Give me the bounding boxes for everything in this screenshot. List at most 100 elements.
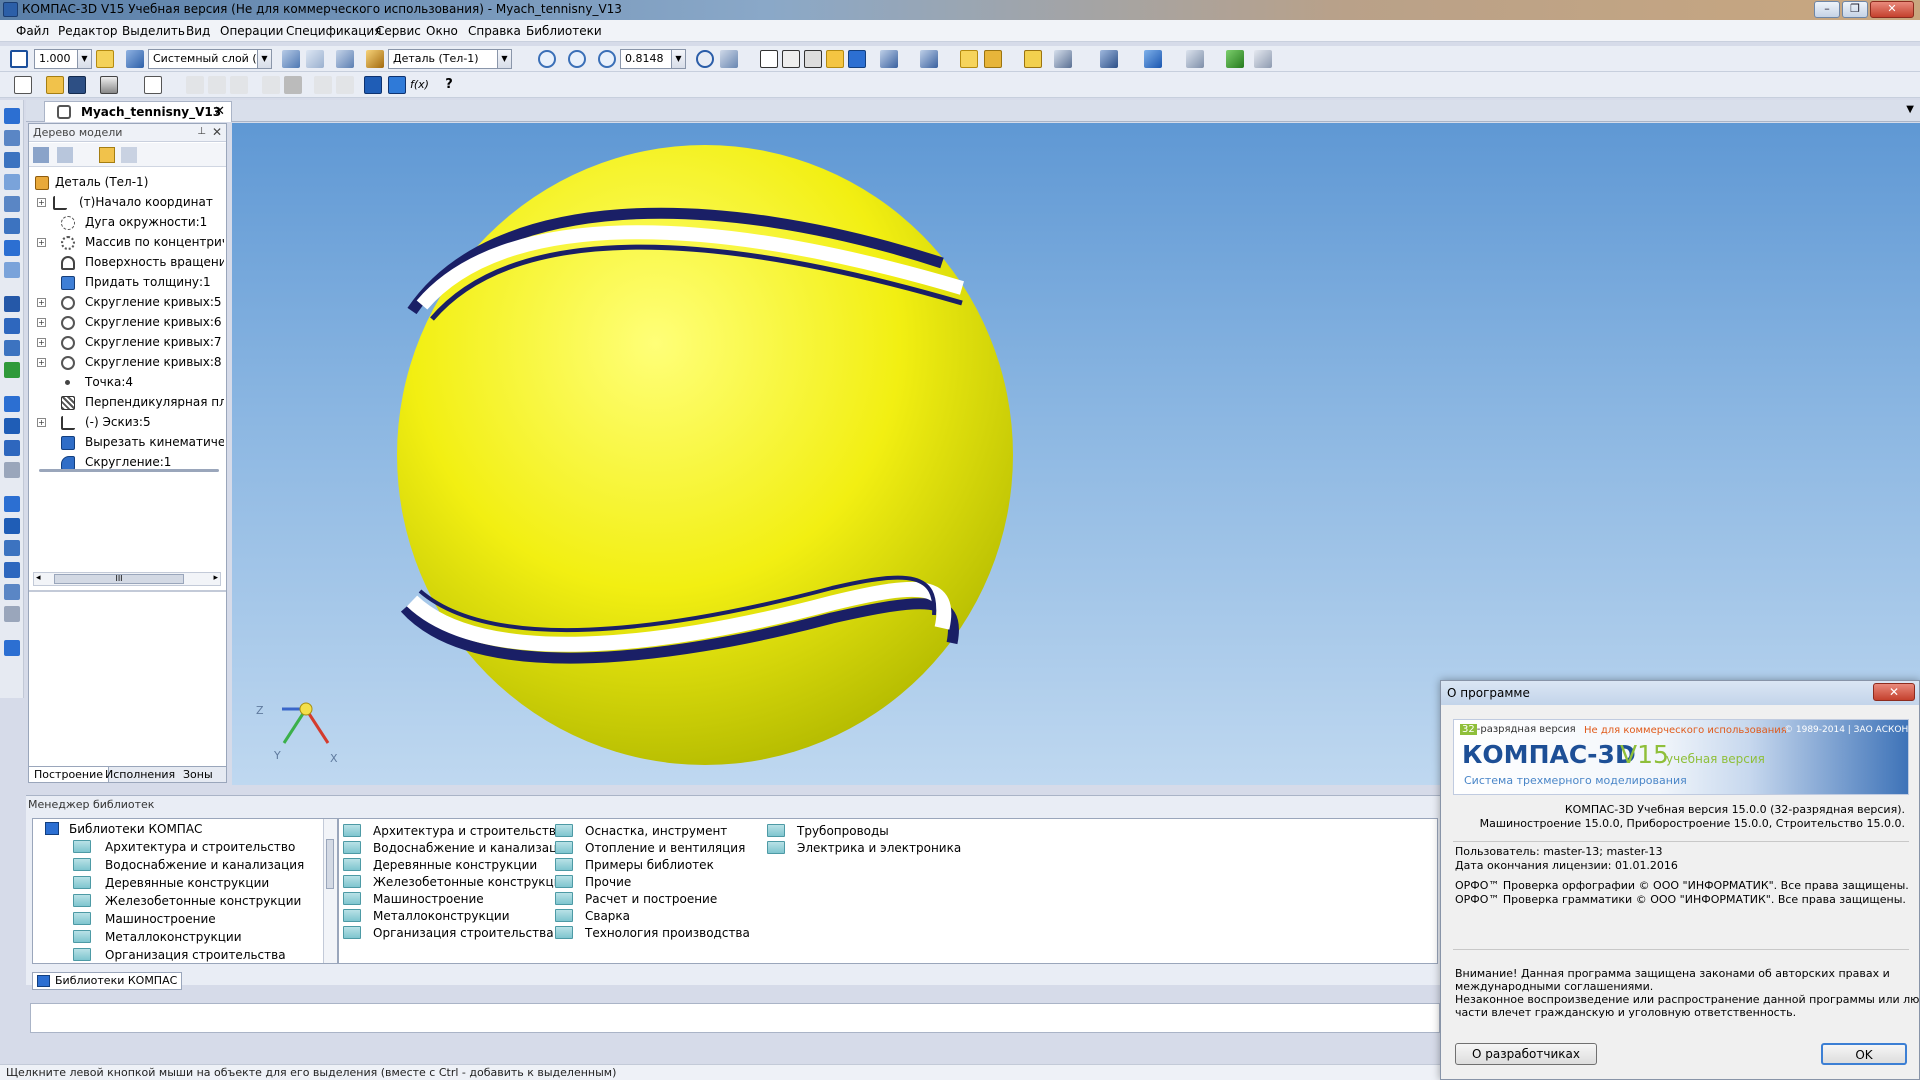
cut-icon[interactable]	[186, 76, 204, 94]
revolve-icon[interactable]	[4, 174, 20, 190]
tab-construction[interactable]: Построение	[29, 767, 110, 782]
tree-item[interactable]: + (т)Начало координат	[29, 194, 224, 212]
hole-icon[interactable]	[4, 584, 20, 600]
layer-combo[interactable]: Системный слой (0) ▼	[148, 49, 272, 69]
tree-item-selected[interactable]: Скругление:1	[29, 454, 224, 472]
menu-file[interactable]: Файл	[16, 24, 49, 38]
expand-icon[interactable]: +	[37, 338, 46, 347]
library-tree-scrollbar[interactable]	[323, 819, 337, 963]
help-icon[interactable]: ?	[440, 76, 458, 94]
tab-zones[interactable]: Зоны	[183, 768, 213, 781]
new-file-icon[interactable]	[14, 76, 32, 94]
tree-view-mode-icon[interactable]	[57, 147, 73, 163]
menu-editor[interactable]: Редактор	[58, 24, 117, 38]
select-icon[interactable]	[920, 50, 938, 68]
assembly-icon[interactable]	[4, 606, 20, 622]
annotation-icon[interactable]	[4, 518, 20, 534]
tree-item[interactable]: + Скругление кривых:8	[29, 354, 224, 372]
tree-item[interactable]: Дуга окружности:1	[29, 214, 224, 232]
tab-list-chevron-icon[interactable]: ▼	[1906, 104, 1914, 115]
surfaces-icon[interactable]	[4, 218, 20, 234]
preview-icon[interactable]	[144, 76, 162, 94]
text-icon[interactable]	[1254, 50, 1272, 68]
measure-tool-icon[interactable]	[4, 396, 20, 412]
calc-icon[interactable]	[284, 76, 302, 94]
menu-select[interactable]: Выделить	[122, 24, 185, 38]
menu-libraries[interactable]: Библиотеки	[526, 24, 602, 38]
ok-button[interactable]: OK	[1821, 1043, 1907, 1065]
expand-icon[interactable]: +	[37, 238, 46, 247]
hidden-lines-icon[interactable]	[782, 50, 800, 68]
extrude-icon[interactable]	[4, 152, 20, 168]
section-icon[interactable]	[984, 50, 1002, 68]
scale-combo[interactable]: 1.000 ▼	[34, 49, 92, 69]
halftone-icon[interactable]	[826, 50, 844, 68]
expand-icon[interactable]: +	[37, 358, 46, 367]
close-tab-icon[interactable]: ✕	[214, 104, 225, 119]
tab-executions[interactable]: Исполнения	[105, 768, 175, 781]
close-panel-icon[interactable]: ✕	[212, 125, 222, 139]
filters-icon[interactable]	[4, 418, 20, 434]
library-manager-icon[interactable]	[388, 76, 406, 94]
wireframe-icon[interactable]	[760, 50, 778, 68]
restore-button[interactable]: ❐	[1842, 1, 1868, 18]
developers-button[interactable]: О разработчиках	[1455, 1043, 1597, 1065]
expand-icon[interactable]: +	[37, 298, 46, 307]
material-icon[interactable]	[1100, 50, 1118, 68]
tree-item[interactable]: Деталь (Тел-1)	[29, 174, 224, 192]
tree-structure-icon[interactable]	[33, 147, 49, 163]
tree-item[interactable]: + Скругление кривых:6	[29, 314, 224, 332]
tree-item[interactable]: + Скругление кривых:7	[29, 334, 224, 352]
paste-icon[interactable]	[230, 76, 248, 94]
spec-icon[interactable]	[4, 440, 20, 456]
expand-icon[interactable]: +	[37, 198, 46, 207]
pin-icon[interactable]: ⊥	[197, 126, 206, 137]
zoom-all-icon[interactable]	[568, 50, 586, 68]
open-folder-icon[interactable]	[46, 76, 64, 94]
expand-icon[interactable]: +	[37, 418, 46, 427]
undo-icon[interactable]	[314, 76, 332, 94]
chevron-down-icon[interactable]: ▼	[257, 50, 271, 68]
macro-icon[interactable]	[4, 640, 20, 656]
aux-geometry-icon[interactable]	[4, 262, 20, 278]
scroll-right-icon[interactable]: ▸	[213, 573, 218, 583]
part-icon[interactable]	[366, 50, 384, 68]
copy-icon[interactable]	[208, 76, 226, 94]
tab-document[interactable]: Myach_tennisny_V13 ✕	[44, 101, 232, 122]
curves-icon[interactable]	[4, 196, 20, 212]
color-icon[interactable]	[1144, 50, 1162, 68]
measure-icon[interactable]	[1054, 50, 1072, 68]
solid-icon[interactable]	[4, 318, 20, 334]
close-window-button[interactable]: ✕	[1870, 1, 1914, 18]
tree-filter-icon[interactable]	[121, 147, 137, 163]
weld-icon[interactable]	[4, 540, 20, 556]
array-tool-icon[interactable]	[4, 240, 20, 256]
tree-highlight-icon[interactable]	[99, 147, 115, 163]
tree-item[interactable]: Вырезать кинематически	[29, 434, 224, 452]
coordinate-icon[interactable]	[306, 50, 324, 68]
chevron-down-icon[interactable]: ▼	[77, 50, 91, 68]
menu-service[interactable]: Сервис	[376, 24, 421, 38]
minimize-button[interactable]: –	[1814, 1, 1840, 18]
tree-item[interactable]: +Массив по концентрической	[29, 234, 224, 252]
scroll-thumb[interactable]	[326, 839, 334, 889]
expand-icon[interactable]: +	[37, 318, 46, 327]
chevron-down-icon[interactable]: ▼	[671, 50, 685, 68]
variables-icon[interactable]: f(x)	[410, 76, 429, 94]
properties-icon[interactable]	[336, 50, 354, 68]
perspective-icon[interactable]	[1024, 50, 1042, 68]
tree-horizontal-scrollbar[interactable]: ◂ III ▸	[33, 572, 221, 586]
dimension-icon[interactable]	[4, 496, 20, 512]
thread-icon[interactable]	[4, 562, 20, 578]
sheet-metal-icon[interactable]	[4, 296, 20, 312]
zoom-in-icon[interactable]	[598, 50, 616, 68]
tree-item[interactable]: Перпендикулярная плоскость	[29, 394, 224, 412]
diagnostics-icon[interactable]	[4, 362, 20, 378]
hidden-thin-icon[interactable]	[804, 50, 822, 68]
report-icon[interactable]	[4, 462, 20, 478]
tree-item[interactable]: Поверхность вращения:1	[29, 254, 224, 272]
grid-snap-icon[interactable]	[10, 50, 28, 68]
close-dialog-button[interactable]: ✕	[1873, 683, 1915, 701]
chevron-down-icon[interactable]: ▼	[497, 50, 511, 68]
light-icon[interactable]	[1186, 50, 1204, 68]
